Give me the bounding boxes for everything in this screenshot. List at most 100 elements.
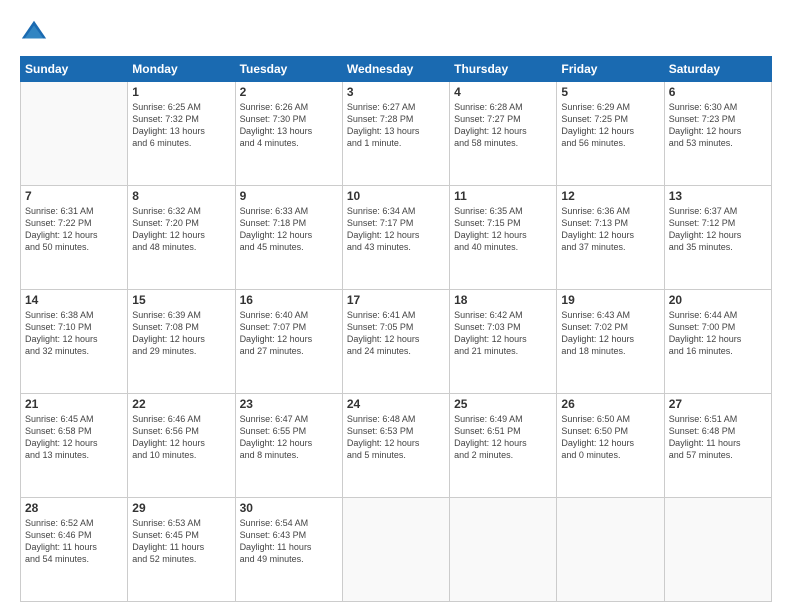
calendar-cell: 25Sunrise: 6:49 AM Sunset: 6:51 PM Dayli…: [450, 394, 557, 498]
page: SundayMondayTuesdayWednesdayThursdayFrid…: [0, 0, 792, 612]
calendar-cell: [342, 498, 449, 602]
day-number: 16: [240, 293, 338, 307]
calendar-cell: 12 Sunrise: 6:36 AM Sunset: 7:13 PM Dayli…: [557, 186, 664, 290]
calendar-cell: 23Sunrise: 6:47 AM Sunset: 6:55 PM Dayli…: [235, 394, 342, 498]
weekday-header: Saturday: [664, 57, 771, 82]
day-number: 3: [347, 85, 445, 99]
calendar-cell: 20 Sunrise: 6:44 AM Sunset: 7:00 PM Dayli…: [664, 290, 771, 394]
day-info: Sunrise: 6:48 AM Sunset: 6:53 PM Dayligh…: [347, 413, 445, 462]
header: [20, 18, 772, 46]
calendar-week-row: 7 Sunrise: 6:31 AM Sunset: 7:22 PM Daylig…: [21, 186, 772, 290]
day-info: Sunrise: 6:47 AM Sunset: 6:55 PM Dayligh…: [240, 413, 338, 462]
calendar-cell: 17 Sunrise: 6:41 AM Sunset: 7:05 PM Dayli…: [342, 290, 449, 394]
day-number: 14: [25, 293, 123, 307]
calendar-cell: 22 Sunrise: 6:46 AM Sunset: 6:56 PM Dayli…: [128, 394, 235, 498]
day-info: Sunrise: 6:31 AM Sunset: 7:22 PM Dayligh…: [25, 205, 123, 254]
calendar-week-row: 28 Sunrise: 6:52 AM Sunset: 6:46 PM Dayli…: [21, 498, 772, 602]
day-number: 7: [25, 189, 123, 203]
day-number: 8: [132, 189, 230, 203]
day-info: Sunrise: 6:41 AM Sunset: 7:05 PM Dayligh…: [347, 309, 445, 358]
day-number: 28: [25, 501, 123, 515]
day-info: Sunrise: 6:39 AM Sunset: 7:08 PM Dayligh…: [132, 309, 230, 358]
calendar-cell: 14 Sunrise: 6:38 AM Sunset: 7:10 PM Dayli…: [21, 290, 128, 394]
day-info: Sunrise: 6:54 AM Sunset: 6:43 PM Dayligh…: [240, 517, 338, 566]
calendar-cell: 1 Sunrise: 6:25 AM Sunset: 7:32 PM Daylig…: [128, 82, 235, 186]
calendar-week-row: 1 Sunrise: 6:25 AM Sunset: 7:32 PM Daylig…: [21, 82, 772, 186]
day-number: 25: [454, 397, 552, 411]
day-number: 10: [347, 189, 445, 203]
day-info: Sunrise: 6:37 AM Sunset: 7:12 PM Dayligh…: [669, 205, 767, 254]
day-info: Sunrise: 6:35 AM Sunset: 7:15 PM Dayligh…: [454, 205, 552, 254]
calendar-cell: 15 Sunrise: 6:39 AM Sunset: 7:08 PM Dayli…: [128, 290, 235, 394]
day-info: Sunrise: 6:29 AM Sunset: 7:25 PM Dayligh…: [561, 101, 659, 150]
weekday-header: Monday: [128, 57, 235, 82]
day-info: Sunrise: 6:34 AM Sunset: 7:17 PM Dayligh…: [347, 205, 445, 254]
day-number: 26: [561, 397, 659, 411]
calendar-cell: 7 Sunrise: 6:31 AM Sunset: 7:22 PM Daylig…: [21, 186, 128, 290]
day-info: Sunrise: 6:43 AM Sunset: 7:02 PM Dayligh…: [561, 309, 659, 358]
day-number: 9: [240, 189, 338, 203]
calendar-cell: 21 Sunrise: 6:45 AM Sunset: 6:58 PM Dayli…: [21, 394, 128, 498]
logo-icon: [20, 18, 48, 46]
day-number: 18: [454, 293, 552, 307]
day-info: Sunrise: 6:53 AM Sunset: 6:45 PM Dayligh…: [132, 517, 230, 566]
calendar-cell: 29 Sunrise: 6:53 AM Sunset: 6:45 PM Dayli…: [128, 498, 235, 602]
calendar-table: SundayMondayTuesdayWednesdayThursdayFrid…: [20, 56, 772, 602]
day-info: Sunrise: 6:26 AM Sunset: 7:30 PM Dayligh…: [240, 101, 338, 150]
day-info: Sunrise: 6:36 AM Sunset: 7:13 PM Dayligh…: [561, 205, 659, 254]
weekday-header: Sunday: [21, 57, 128, 82]
calendar-cell: 26 Sunrise: 6:50 AM Sunset: 6:50 PM Dayli…: [557, 394, 664, 498]
calendar-week-row: 14 Sunrise: 6:38 AM Sunset: 7:10 PM Dayli…: [21, 290, 772, 394]
day-number: 24: [347, 397, 445, 411]
calendar-cell: 4 Sunrise: 6:28 AM Sunset: 7:27 PM Daylig…: [450, 82, 557, 186]
day-info: Sunrise: 6:28 AM Sunset: 7:27 PM Dayligh…: [454, 101, 552, 150]
day-info: Sunrise: 6:44 AM Sunset: 7:00 PM Dayligh…: [669, 309, 767, 358]
day-number: 1: [132, 85, 230, 99]
calendar-cell: [557, 498, 664, 602]
day-info: Sunrise: 6:52 AM Sunset: 6:46 PM Dayligh…: [25, 517, 123, 566]
day-info: Sunrise: 6:51 AM Sunset: 6:48 PM Dayligh…: [669, 413, 767, 462]
day-number: 21: [25, 397, 123, 411]
calendar-cell: 18 Sunrise: 6:42 AM Sunset: 7:03 PM Dayli…: [450, 290, 557, 394]
weekday-header: Wednesday: [342, 57, 449, 82]
day-number: 11: [454, 189, 552, 203]
day-number: 19: [561, 293, 659, 307]
calendar-cell: 5 Sunrise: 6:29 AM Sunset: 7:25 PM Daylig…: [557, 82, 664, 186]
calendar-cell: 10 Sunrise: 6:34 AM Sunset: 7:17 PM Dayli…: [342, 186, 449, 290]
day-number: 30: [240, 501, 338, 515]
weekday-header: Friday: [557, 57, 664, 82]
day-number: 29: [132, 501, 230, 515]
day-info: Sunrise: 6:30 AM Sunset: 7:23 PM Dayligh…: [669, 101, 767, 150]
calendar-cell: 30 Sunrise: 6:54 AM Sunset: 6:43 PM Dayli…: [235, 498, 342, 602]
day-number: 12: [561, 189, 659, 203]
day-info: Sunrise: 6:50 AM Sunset: 6:50 PM Dayligh…: [561, 413, 659, 462]
logo: [20, 18, 52, 46]
calendar-cell: 9Sunrise: 6:33 AM Sunset: 7:18 PM Daylig…: [235, 186, 342, 290]
day-info: Sunrise: 6:45 AM Sunset: 6:58 PM Dayligh…: [25, 413, 123, 462]
day-info: Sunrise: 6:46 AM Sunset: 6:56 PM Dayligh…: [132, 413, 230, 462]
day-number: 20: [669, 293, 767, 307]
weekday-header: Thursday: [450, 57, 557, 82]
day-info: Sunrise: 6:38 AM Sunset: 7:10 PM Dayligh…: [25, 309, 123, 358]
calendar-cell: 16 Sunrise: 6:40 AM Sunset: 7:07 PM Dayli…: [235, 290, 342, 394]
day-number: 4: [454, 85, 552, 99]
calendar-cell: 3 Sunrise: 6:27 AM Sunset: 7:28 PM Daylig…: [342, 82, 449, 186]
day-number: 17: [347, 293, 445, 307]
calendar-cell: 13Sunrise: 6:37 AM Sunset: 7:12 PM Dayli…: [664, 186, 771, 290]
day-info: Sunrise: 6:25 AM Sunset: 7:32 PM Dayligh…: [132, 101, 230, 150]
calendar-cell: [664, 498, 771, 602]
calendar-cell: 6 Sunrise: 6:30 AM Sunset: 7:23 PM Daylig…: [664, 82, 771, 186]
day-number: 27: [669, 397, 767, 411]
day-info: Sunrise: 6:40 AM Sunset: 7:07 PM Dayligh…: [240, 309, 338, 358]
day-number: 22: [132, 397, 230, 411]
day-number: 15: [132, 293, 230, 307]
calendar-cell: [21, 82, 128, 186]
day-info: Sunrise: 6:27 AM Sunset: 7:28 PM Dayligh…: [347, 101, 445, 150]
day-number: 2: [240, 85, 338, 99]
day-info: Sunrise: 6:42 AM Sunset: 7:03 PM Dayligh…: [454, 309, 552, 358]
calendar-cell: 28 Sunrise: 6:52 AM Sunset: 6:46 PM Dayli…: [21, 498, 128, 602]
day-number: 6: [669, 85, 767, 99]
day-number: 5: [561, 85, 659, 99]
calendar-cell: 19 Sunrise: 6:43 AM Sunset: 7:02 PM Dayli…: [557, 290, 664, 394]
calendar-header-row: SundayMondayTuesdayWednesdayThursdayFrid…: [21, 57, 772, 82]
